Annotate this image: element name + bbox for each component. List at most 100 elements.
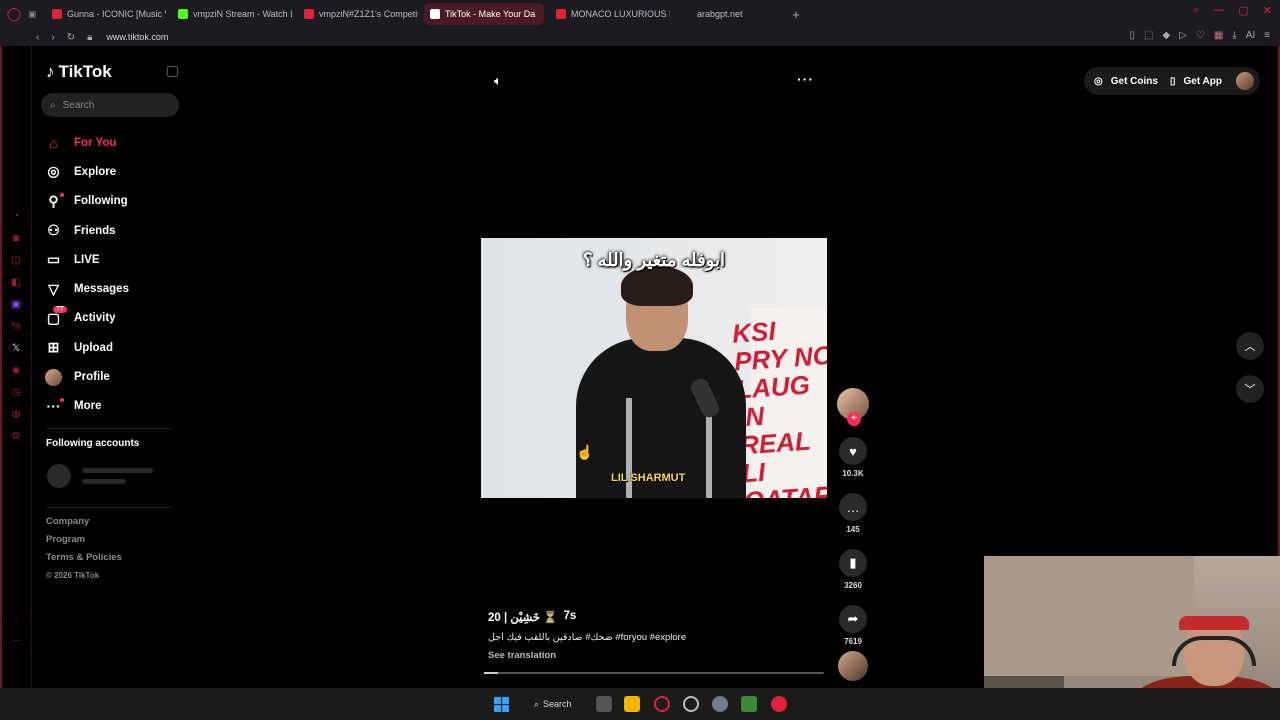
search-icon: ⌕ [534, 698, 540, 709]
webcam-cap [1179, 616, 1249, 630]
opera-gx-taskbar-icon[interactable] [683, 696, 699, 712]
copyright: © 2026 TikTok [46, 571, 100, 580]
company-link[interactable]: Company [46, 516, 122, 534]
opera-logo-icon[interactable]: ◯ [0, 0, 28, 28]
get-coins-button[interactable]: Get Coins [1111, 76, 1158, 87]
snapshot-icon[interactable]: ⬚ [1144, 30, 1153, 41]
app-taskbar-icon[interactable] [741, 696, 757, 712]
close-icon[interactable]: ✕ [1263, 4, 1272, 17]
music-disc[interactable] [838, 651, 868, 681]
opera-taskbar-icon[interactable] [654, 696, 670, 712]
video-player[interactable]: KSI PRY NO LAUG IN REAL LI QATAR ED ابوف… [481, 238, 827, 498]
volume-icon[interactable]: 🔈︎ [494, 73, 502, 89]
browser-tab[interactable]: TikTok - Make Your Da [424, 3, 544, 25]
sidebar-item-activity[interactable]: ▢ 77 Activity [45, 304, 129, 333]
shield-icon[interactable]: ◆ [1162, 30, 1170, 41]
get-app-button[interactable]: Get App [1183, 76, 1222, 87]
person-hair [621, 266, 693, 306]
next-video-button[interactable]: ﹀ [1236, 375, 1264, 403]
rail-icon-2[interactable]: ◙ [0, 228, 32, 250]
creator-avatar[interactable]: + [837, 388, 869, 426]
sidebar-item-label: Profile [74, 371, 110, 384]
reload-icon[interactable]: ↻ [67, 32, 75, 43]
back-icon[interactable]: ‹ [36, 32, 39, 43]
tab-favicon-icon [52, 9, 62, 19]
previous-video-button[interactable]: ︿ [1236, 332, 1264, 360]
sidebar-item-explore[interactable]: ◎ Explore [45, 157, 129, 186]
search-tabs-icon[interactable]: ⌕ [1193, 4, 1199, 17]
play-icon[interactable]: ▷ [1179, 30, 1187, 41]
maximize-icon[interactable]: ▢ [1238, 4, 1248, 17]
share-button[interactable]: ➦ [839, 605, 867, 633]
download-icon[interactable]: ⤓ [1232, 30, 1236, 41]
more-options-icon[interactable]: ··· [797, 71, 814, 87]
sidebar-item-friends[interactable]: ⚇ Friends [45, 216, 129, 245]
record-taskbar-icon[interactable] [771, 696, 787, 712]
sidebar-item-label: LIVE [74, 253, 100, 266]
file-explorer-icon[interactable] [624, 696, 640, 712]
sidebar-item-more[interactable]: ··· More [45, 392, 129, 421]
collapse-sidebar-icon[interactable] [167, 66, 178, 77]
chevron-down-icon: ﹀ [1244, 384, 1256, 396]
rail-icon-6[interactable]: ◉ [0, 360, 32, 382]
new-tab-button[interactable]: + [786, 7, 806, 22]
forward-icon[interactable]: › [51, 32, 54, 43]
sidebar-item-for-you[interactable]: ⌂ For You [45, 128, 129, 157]
tab-label: TikTok - Make Your Da [445, 9, 536, 19]
sidebar-item-profile[interactable]: Profile [45, 362, 129, 391]
terms-link[interactable]: Terms & Policies [46, 552, 122, 570]
browser-tab[interactable]: MONACO LUXURIOUS RIC [550, 3, 670, 25]
bookmark-icon[interactable]: ▯ [1129, 30, 1135, 41]
comment-button[interactable]: … [839, 493, 867, 521]
sidebar-item-messages[interactable]: ▽ Messages [45, 274, 129, 303]
live-icon: ▭ [46, 251, 61, 268]
search-input[interactable]: ⌕ Search [41, 93, 179, 117]
task-view-icon[interactable] [596, 696, 612, 712]
tiktok-note-icon: ♪ [46, 62, 55, 81]
settings-icon[interactable]: ⚙ [0, 426, 32, 448]
extension-icon[interactable]: ▦ [1214, 30, 1223, 41]
ai-icon[interactable]: AI [1246, 30, 1255, 41]
sidebar-item-following[interactable]: ⚲ Following [45, 187, 129, 216]
tiktok-logo[interactable]: ♪ TikTok [46, 62, 112, 82]
rail-icon-8[interactable]: ◍ [0, 404, 32, 426]
taskbar-search[interactable]: ⌕ Search [526, 693, 578, 715]
sidebar-item-upload[interactable]: ⊞ Upload [45, 333, 129, 362]
tab-label: arabgpt.net [697, 9, 743, 19]
windows-start-icon[interactable] [494, 697, 509, 712]
browser-tab[interactable]: vmpziN Stream - Watch Li [172, 3, 292, 25]
browser-tab[interactable]: Gunna - ICONIC [Music Vid [46, 3, 166, 25]
post-time: 7s [563, 610, 577, 622]
sidebar-item-label: More [74, 400, 102, 413]
video-progress-bar[interactable] [484, 672, 824, 674]
author-name[interactable]: خَشِيْن | 20 ⏳ [488, 610, 558, 624]
rail-icon-9[interactable]: ◌ [0, 608, 32, 630]
twitch-icon[interactable]: ▣ [0, 294, 32, 316]
browser-tab[interactable]: arabgpt.net [676, 3, 786, 25]
user-avatar[interactable] [1236, 72, 1254, 90]
browser-tab[interactable]: vmpziN#Z1Z1's Competiti [298, 3, 418, 25]
see-translation-link[interactable]: See translation [488, 650, 823, 661]
sidebar-item-label: Friends [74, 224, 116, 237]
follow-plus-icon[interactable]: + [847, 412, 861, 426]
share-icon: ➦ [847, 611, 859, 626]
sidebar-item-label: Activity [74, 312, 116, 325]
program-link[interactable]: Program [46, 534, 122, 552]
rail-more-icon[interactable]: ··· [0, 630, 32, 652]
x-icon[interactable]: 𝕏 [0, 338, 32, 360]
settings-taskbar-icon[interactable] [712, 696, 728, 712]
menu-icon[interactable]: ≡ [1264, 30, 1270, 41]
workspace-icon[interactable]: ▣ [28, 9, 40, 20]
rail-icon-5[interactable]: % [0, 316, 32, 338]
url-field[interactable]: www.tiktok.com [106, 32, 168, 42]
rail-icon-7[interactable]: ◷ [0, 382, 32, 404]
sidebar-item-live[interactable]: ▭ LIVE [45, 245, 129, 274]
rail-icon-1[interactable]: ◔ [0, 206, 32, 228]
rail-icon-3[interactable]: ◫ [0, 250, 32, 272]
like-button[interactable]: ♥ [839, 437, 867, 465]
rail-icon-4[interactable]: ◧ [0, 272, 32, 294]
minimize-icon[interactable]: — [1213, 4, 1224, 17]
save-button[interactable]: ▮ [839, 549, 867, 577]
heart-icon[interactable]: ♡ [1196, 30, 1205, 41]
tab-label: Gunna - ICONIC [Music Vid [67, 9, 166, 19]
